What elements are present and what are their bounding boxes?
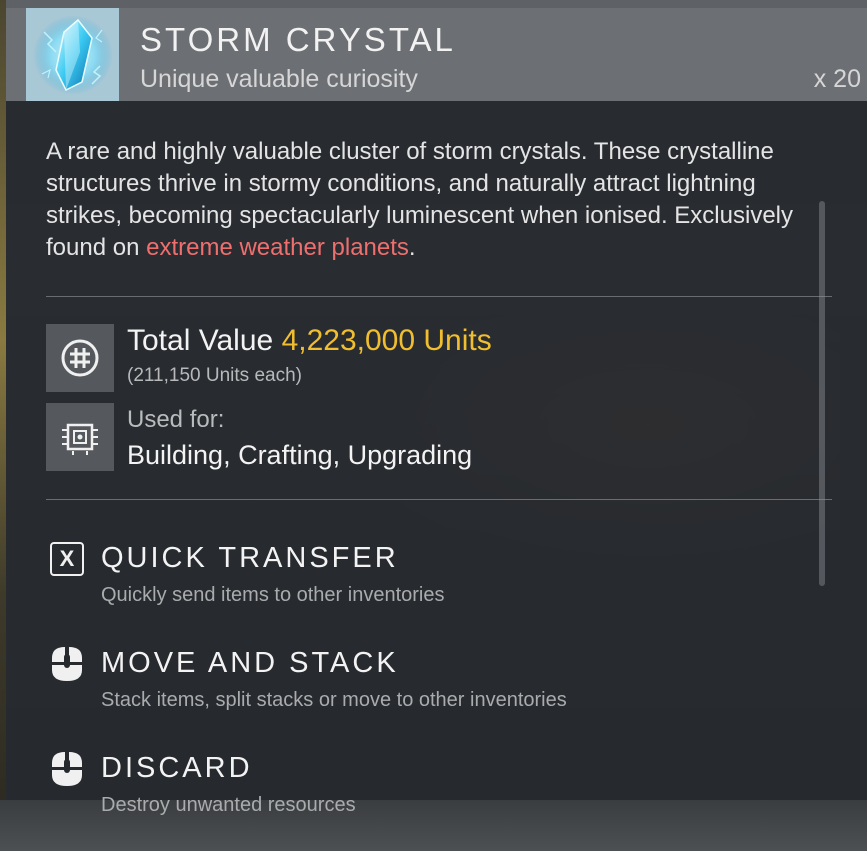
quick-transfer-title: QUICK TRANSFER xyxy=(101,542,399,574)
move-and-stack-desc: Stack items, split stacks or move to oth… xyxy=(101,689,567,711)
item-tooltip-panel: STORM CRYSTAL Unique valuable curiosity … xyxy=(6,8,867,816)
total-value-amount: 4,223,000 Units xyxy=(281,324,492,357)
background-top-strip xyxy=(0,0,867,8)
quick-transfer-desc: Quickly send items to other inventories xyxy=(101,584,445,606)
divider-bottom xyxy=(46,499,832,500)
divider-top xyxy=(46,296,832,297)
mouse-left-click-icon xyxy=(46,643,88,685)
quick-transfer-action[interactable]: X QUICK TRANSFER Quickly send items to o… xyxy=(46,538,746,608)
x-key-icon: X xyxy=(46,538,88,580)
description-highlight: extreme weather planets xyxy=(146,234,409,261)
description-end: . xyxy=(408,234,416,261)
units-currency-icon xyxy=(46,324,114,392)
unit-value-each: (211,150 Units each) xyxy=(127,365,302,386)
storm-crystal-icon xyxy=(26,8,119,101)
mouse-left-click-icon xyxy=(46,748,88,790)
discard-title: DISCARD xyxy=(101,752,253,784)
item-name: STORM CRYSTAL xyxy=(140,21,456,58)
used-for-value: Building, Crafting, Upgrading xyxy=(127,440,473,470)
move-and-stack-action[interactable]: MOVE AND STACK Stack items, split stacks… xyxy=(46,643,746,713)
used-for-label: Used for: xyxy=(127,406,225,433)
item-category: Unique valuable curiosity xyxy=(140,65,418,93)
total-value: Total Value 4,223,000 Units xyxy=(127,324,492,358)
item-quantity: x 20 xyxy=(813,65,861,93)
discard-desc: Destroy unwanted resources xyxy=(101,794,356,816)
discard-action[interactable]: DISCARD Destroy unwanted resources xyxy=(46,748,746,818)
chip-icon xyxy=(46,403,114,471)
x-key-label: X xyxy=(50,542,84,576)
item-description: A rare and highly valuable cluster of st… xyxy=(46,136,826,264)
move-and-stack-title: MOVE AND STACK xyxy=(101,647,399,679)
scrollbar[interactable] xyxy=(819,201,825,586)
total-value-label: Total Value xyxy=(127,324,274,357)
item-header: STORM CRYSTAL Unique valuable curiosity … xyxy=(6,8,867,101)
